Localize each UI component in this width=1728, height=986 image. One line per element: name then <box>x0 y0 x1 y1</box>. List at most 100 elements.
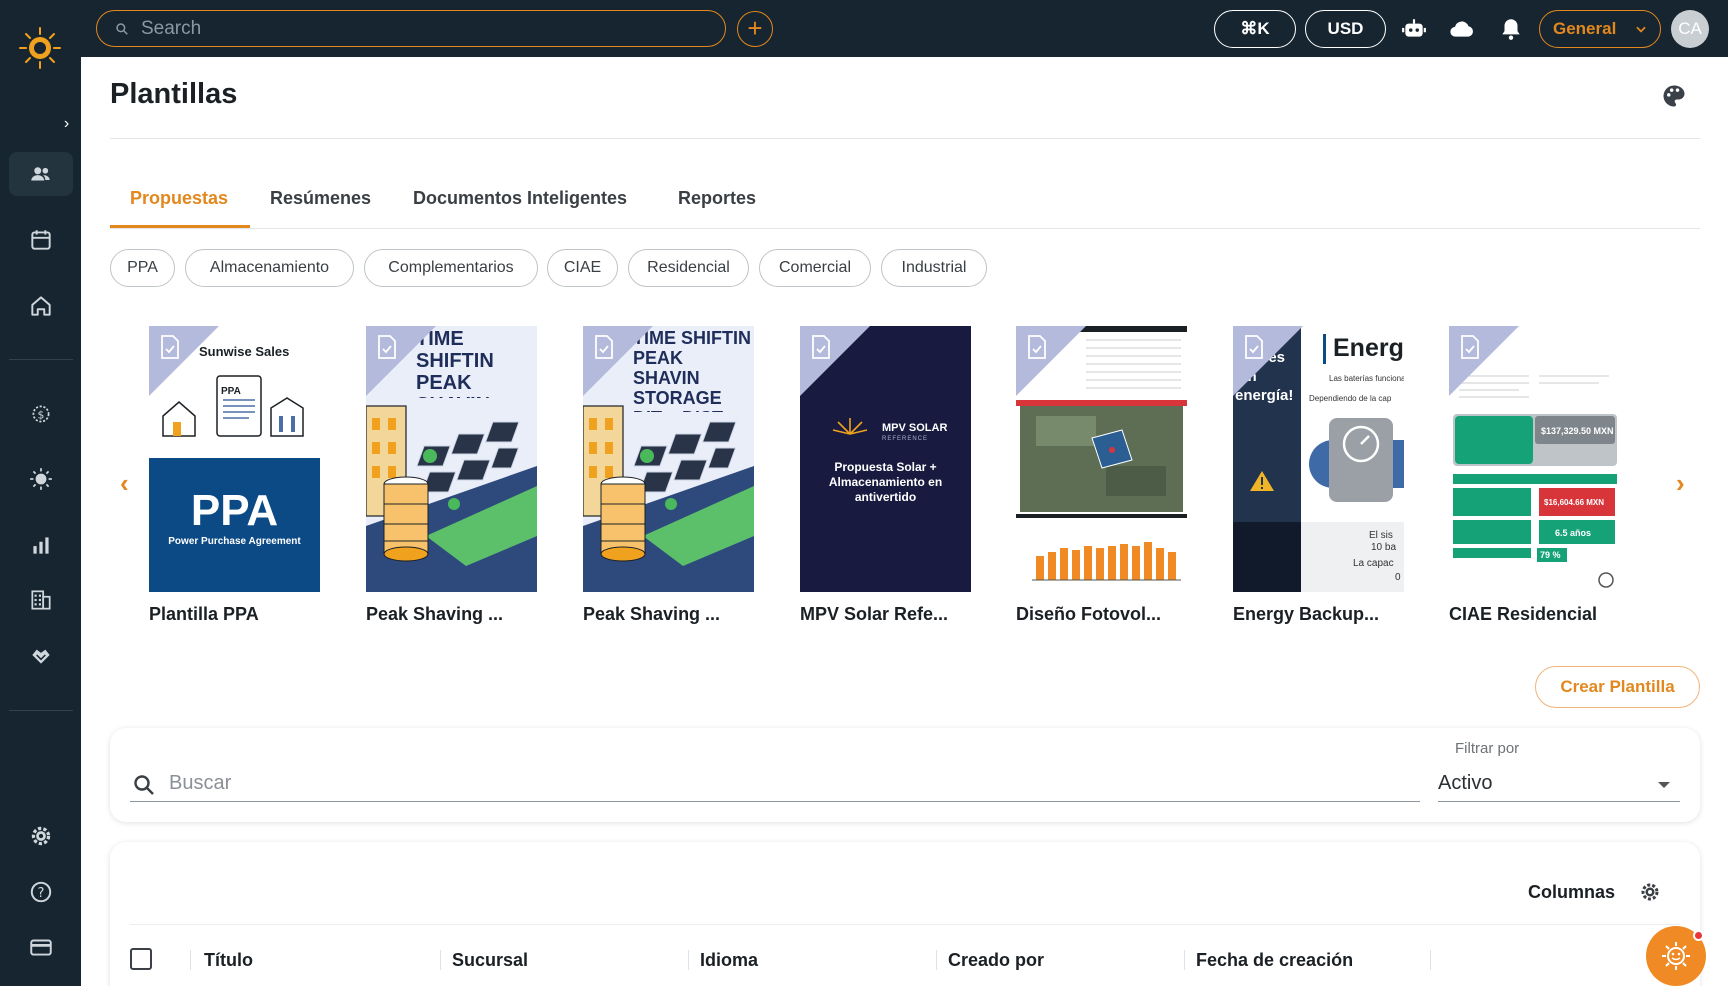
svg-text:$: $ <box>38 408 45 421</box>
sunwise-logo-icon[interactable] <box>18 26 62 70</box>
carousel-next-button[interactable]: › <box>1676 468 1685 499</box>
add-button[interactable]: + <box>737 11 773 47</box>
filter-panel: Buscar Filtrar por Activo <box>110 728 1700 822</box>
tab-reportes[interactable]: Reportes <box>678 188 756 209</box>
support-chat-button[interactable] <box>1646 926 1706 986</box>
column-separator <box>190 950 191 970</box>
create-template-button[interactable]: Crear Plantilla <box>1535 666 1700 708</box>
cloud-icon[interactable] <box>1449 16 1475 42</box>
tab-propuestas[interactable]: Propuestas <box>130 188 228 209</box>
template-thumbnail <box>1016 326 1187 592</box>
sidebar-item-analytics[interactable] <box>9 523 73 567</box>
thumb-brand: Energy <box>1333 334 1404 362</box>
sidebar-item-settings[interactable] <box>9 814 73 858</box>
sidebar-item-help[interactable]: ? <box>9 870 73 914</box>
sidebar-item-calendar[interactable] <box>9 218 73 262</box>
template-card[interactable]: TIME SHIFTIN PEAK SHAVIN STORAGE DIT y D… <box>583 326 754 625</box>
column-header-titulo[interactable]: Título <box>204 950 253 971</box>
column-separator <box>936 950 937 970</box>
page-title: Plantillas <box>110 78 238 110</box>
template-card[interactable]: TIME SHIFTIN PEAK SHAVIN STORAGE Peak Sh… <box>366 326 537 625</box>
column-separator <box>1430 950 1431 970</box>
notification-dot <box>1693 930 1704 941</box>
thumb-subtitle: Power Purchase Agreement <box>168 536 301 547</box>
gear-icon[interactable] <box>1638 880 1662 904</box>
chip-industrial[interactable]: Industrial <box>881 249 987 287</box>
currency-button[interactable]: USD <box>1305 10 1386 48</box>
sidebar-divider <box>9 710 73 711</box>
palette-icon[interactable] <box>1660 82 1688 110</box>
document-check-icon <box>1028 335 1046 359</box>
tab-resumenes[interactable]: Resúmenes <box>270 188 371 209</box>
template-card[interactable]: Diseño Fotovol... <box>1016 326 1187 625</box>
thumb-efficiency-d: 0 <box>1395 572 1401 583</box>
caret-down-icon[interactable] <box>1658 782 1670 788</box>
template-card[interactable]: Sunwise Sales PPA PPA Power Purchase Agr… <box>149 326 320 625</box>
filter-label: Filtrar por <box>1455 740 1520 757</box>
column-header-creado-por[interactable]: Creado por <box>948 950 1044 971</box>
template-title: Energy Backup... <box>1233 604 1380 624</box>
column-header-sucursal[interactable]: Sucursal <box>452 950 528 971</box>
columns-button[interactable]: Columnas <box>1528 882 1615 903</box>
sidebar-expand-button[interactable]: › <box>52 108 81 140</box>
global-search-input[interactable]: Search <box>96 10 726 47</box>
template-search-input[interactable]: Buscar <box>169 772 231 795</box>
thumb-brand-sub: REFERENCE <box>882 436 929 442</box>
sidebar: › $ ? <box>0 0 81 986</box>
column-header-fecha-creacion[interactable]: Fecha de creación <box>1196 950 1353 971</box>
thumb-efficiency-b: 10 ba <box>1371 542 1397 553</box>
thumb-amount-secondary: $16,604.66 MXN <box>1544 498 1605 507</box>
document-check-icon <box>378 335 396 359</box>
sidebar-item-finance[interactable]: $ <box>9 392 73 436</box>
document-check-icon <box>595 335 613 359</box>
thumb-savings-percent: 79 % <box>1540 550 1561 560</box>
templates-table: Columnas Título Sucursal Idioma Creado p… <box>110 842 1700 986</box>
sidebar-item-solar[interactable] <box>9 457 73 501</box>
robot-icon[interactable] <box>1401 16 1427 42</box>
command-palette-button[interactable]: ⌘K <box>1214 10 1296 48</box>
sidebar-item-partners[interactable] <box>9 633 73 677</box>
carousel-prev-button[interactable]: ‹ <box>120 468 129 499</box>
gear-icon <box>31 826 51 846</box>
thumb-efficiency-c: La capac <box>1353 558 1394 569</box>
select-all-checkbox[interactable] <box>130 948 152 970</box>
chip-almacenamiento[interactable]: Almacenamiento <box>185 249 354 287</box>
template-thumbnail: $137,329.50 MXN $16,604.66 MXN 6.5 años … <box>1449 326 1620 592</box>
thumb-headline: PPA <box>190 486 279 535</box>
template-card[interactable]: MPV SOLAR REFERENCE Propuesta Solar + Al… <box>800 326 971 625</box>
sidebar-item-companies[interactable] <box>9 578 73 622</box>
chip-ppa[interactable]: PPA <box>110 249 175 287</box>
sidebar-item-home[interactable] <box>9 284 73 328</box>
chevron-down-icon <box>1636 26 1646 33</box>
user-avatar[interactable]: CA <box>1671 10 1709 48</box>
search-icon <box>116 22 128 35</box>
bell-icon[interactable] <box>1498 16 1524 42</box>
chip-residencial[interactable]: Residencial <box>628 249 749 287</box>
template-card[interactable]: ¡Redes sin energía! Energy Las baterías … <box>1233 326 1404 625</box>
sidebar-item-users[interactable] <box>9 152 73 196</box>
template-thumbnail: TIME SHIFTIN PEAK SHAVIN STORAGE <box>366 326 537 592</box>
template-card[interactable]: $137,329.50 MXN $16,604.66 MXN 6.5 años … <box>1449 326 1620 625</box>
solar-storage-illustration-icon <box>366 405 537 592</box>
chip-comercial[interactable]: Comercial <box>759 249 871 287</box>
workspace-select[interactable]: General <box>1539 10 1661 48</box>
column-separator <box>688 950 689 970</box>
template-title: MPV Solar Refe... <box>800 604 949 624</box>
template-thumbnail: Sunwise Sales PPA PPA Power Purchase Agr… <box>149 326 320 592</box>
chip-ciae[interactable]: CIAE <box>547 249 618 287</box>
template-thumbnail: MPV SOLAR REFERENCE Propuesta Solar + Al… <box>800 326 971 592</box>
thumb-doc-label: PPA <box>221 386 241 397</box>
column-separator <box>1184 950 1185 970</box>
dollar-sun-icon: $ <box>32 405 50 423</box>
status-filter-select[interactable]: Activo <box>1438 772 1492 795</box>
tab-documentos-inteligentes[interactable]: Documentos Inteligentes <box>413 188 627 209</box>
thumb-tagline: Las baterías funcionan <box>1329 374 1404 383</box>
thumb-amount-primary: $137,329.50 MXN <box>1541 426 1614 436</box>
sidebar-item-billing[interactable] <box>9 925 73 969</box>
column-header-idioma[interactable]: Idioma <box>700 950 758 971</box>
column-separator <box>440 950 441 970</box>
card-icon <box>30 939 52 956</box>
chip-complementarios[interactable]: Complementarios <box>364 249 538 287</box>
top-bar: Search + ⌘K USD General CA <box>81 0 1728 57</box>
sidebar-divider <box>9 359 73 360</box>
